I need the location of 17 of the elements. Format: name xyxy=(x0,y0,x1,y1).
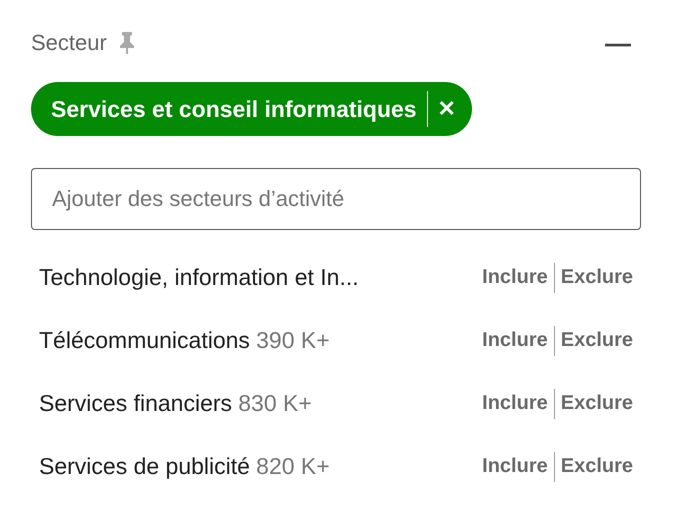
industry-search-field[interactable]: Ajouter des secteurs d’activité xyxy=(31,168,641,230)
industry-name: Technologie, information et In... xyxy=(39,264,359,291)
include-link[interactable]: Inclure xyxy=(482,329,548,352)
include-link[interactable]: Inclure xyxy=(482,266,548,289)
exclude-link[interactable]: Exclure xyxy=(560,392,633,415)
collapse-button[interactable]: — xyxy=(605,28,631,58)
industry-name: Services financiers 830 K+ xyxy=(39,390,312,417)
include-link[interactable]: Inclure xyxy=(482,455,548,478)
industry-name: Services de publicité 820 K+ xyxy=(39,453,330,480)
exclude-link[interactable]: Exclure xyxy=(560,455,633,478)
chip-label: Services et conseil informatiques xyxy=(51,96,417,122)
exclude-link[interactable]: Exclure xyxy=(560,329,633,352)
include-link[interactable]: Inclure xyxy=(482,392,548,415)
section-title: Secteur xyxy=(31,30,107,56)
remove-button[interactable]: ✕ xyxy=(438,96,456,122)
exclude-link[interactable]: Exclure xyxy=(560,266,633,289)
industry-name: Télécommunications 390 K+ xyxy=(39,327,330,354)
